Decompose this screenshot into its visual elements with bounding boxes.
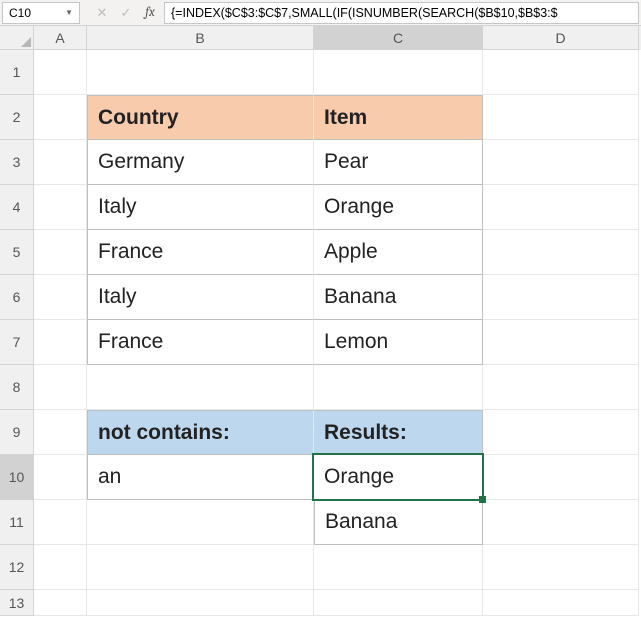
cell-b9[interactable]: not contains:	[87, 410, 314, 455]
cell-d8[interactable]	[483, 365, 639, 410]
cell-c8[interactable]	[314, 365, 483, 410]
cell-a13[interactable]	[34, 590, 87, 616]
cell-a7[interactable]	[34, 320, 87, 365]
cell-d7[interactable]	[483, 320, 639, 365]
row-8: 8	[0, 365, 641, 410]
row-6: 6 Italy Banana	[0, 275, 641, 320]
cell-c1[interactable]	[314, 50, 483, 95]
cancel-icon: ✕	[90, 2, 114, 24]
fill-handle[interactable]	[479, 496, 486, 503]
name-box[interactable]: C10 ▼	[2, 2, 80, 24]
select-all-corner[interactable]	[0, 26, 34, 50]
row-5: 5 France Apple	[0, 230, 641, 275]
cell-d4[interactable]	[483, 185, 639, 230]
cell-c9[interactable]: Results:	[314, 410, 483, 455]
active-cell-border	[312, 453, 484, 501]
cell-b2[interactable]: Country	[87, 95, 314, 140]
row-1: 1	[0, 50, 641, 95]
cell-d6[interactable]	[483, 275, 639, 320]
name-box-value: C10	[9, 6, 65, 20]
cell-a10[interactable]	[34, 455, 87, 500]
cell-c12[interactable]	[314, 545, 483, 590]
row-11: 11 Banana	[0, 500, 641, 545]
cell-d2[interactable]	[483, 95, 639, 140]
formula-text: {=INDEX($C$3:$C$7,SMALL(IF(ISNUMBER(SEAR…	[171, 6, 558, 20]
row-12: 12	[0, 545, 641, 590]
cell-d1[interactable]	[483, 50, 639, 95]
cell-d12[interactable]	[483, 545, 639, 590]
row-header-13[interactable]: 13	[0, 590, 34, 616]
cell-c2[interactable]: Item	[314, 95, 483, 140]
row-header-12[interactable]: 12	[0, 545, 34, 590]
cell-b13[interactable]	[87, 590, 314, 616]
fx-icon[interactable]: fx	[138, 5, 162, 20]
cell-b11[interactable]	[87, 500, 314, 545]
row-header-9[interactable]: 9	[0, 410, 34, 455]
cell-a1[interactable]	[34, 50, 87, 95]
formula-bar-input[interactable]: {=INDEX($C$3:$C$7,SMALL(IF(ISNUMBER(SEAR…	[164, 2, 639, 24]
cell-a4[interactable]	[34, 185, 87, 230]
cell-c11[interactable]: Banana	[314, 500, 483, 545]
cell-a8[interactable]	[34, 365, 87, 410]
cell-c5[interactable]: Apple	[314, 230, 483, 275]
row-3: 3 Germany Pear	[0, 140, 641, 185]
cell-a3[interactable]	[34, 140, 87, 185]
cell-d9[interactable]	[483, 410, 639, 455]
cell-a11[interactable]	[34, 500, 87, 545]
cell-b10[interactable]: an	[87, 455, 314, 500]
cell-c4[interactable]: Orange	[314, 185, 483, 230]
cell-a9[interactable]	[34, 410, 87, 455]
col-header-c[interactable]: C	[314, 26, 483, 50]
cell-b12[interactable]	[87, 545, 314, 590]
cell-b7[interactable]: France	[87, 320, 314, 365]
row-header-1[interactable]: 1	[0, 50, 34, 95]
row-4: 4 Italy Orange	[0, 185, 641, 230]
row-header-7[interactable]: 7	[0, 320, 34, 365]
col-header-b[interactable]: B	[87, 26, 314, 50]
cell-c6[interactable]: Banana	[314, 275, 483, 320]
cell-d11[interactable]	[483, 500, 639, 545]
cell-c3[interactable]: Pear	[314, 140, 483, 185]
cell-d5[interactable]	[483, 230, 639, 275]
col-header-d[interactable]: D	[483, 26, 639, 50]
cell-a5[interactable]	[34, 230, 87, 275]
enter-icon: ✓	[114, 2, 138, 24]
cell-a2[interactable]	[34, 95, 87, 140]
row-header-8[interactable]: 8	[0, 365, 34, 410]
cell-b5[interactable]: France	[87, 230, 314, 275]
cell-c10[interactable]: Orange	[314, 455, 483, 500]
cell-b8[interactable]	[87, 365, 314, 410]
cell-d10[interactable]	[483, 455, 639, 500]
row-header-2[interactable]: 2	[0, 95, 34, 140]
formula-bar-buttons: ✕ ✓ fx	[90, 2, 162, 24]
formula-bar-row: C10 ▼ ✕ ✓ fx {=INDEX($C$3:$C$7,SMALL(IF(…	[0, 0, 641, 26]
cell-a12[interactable]	[34, 545, 87, 590]
row-header-6[interactable]: 6	[0, 275, 34, 320]
row-10: 10 an Orange	[0, 455, 641, 500]
row-2: 2 Country Item	[0, 95, 641, 140]
worksheet-grid[interactable]: A B C D 1 2 Country Item 3 Germany Pear …	[0, 26, 641, 616]
column-headers: A B C D	[0, 26, 641, 50]
cell-c13[interactable]	[314, 590, 483, 616]
cell-a6[interactable]	[34, 275, 87, 320]
row-header-4[interactable]: 4	[0, 185, 34, 230]
name-box-dropdown-icon[interactable]: ▼	[65, 8, 73, 17]
row-header-11[interactable]: 11	[0, 500, 34, 545]
cell-b4[interactable]: Italy	[87, 185, 314, 230]
row-9: 9 not contains: Results:	[0, 410, 641, 455]
col-header-a[interactable]: A	[34, 26, 87, 50]
cell-b1[interactable]	[87, 50, 314, 95]
row-13: 13	[0, 590, 641, 616]
cell-c7[interactable]: Lemon	[314, 320, 483, 365]
row-header-10[interactable]: 10	[0, 455, 34, 500]
row-header-3[interactable]: 3	[0, 140, 34, 185]
row-7: 7 France Lemon	[0, 320, 641, 365]
row-header-5[interactable]: 5	[0, 230, 34, 275]
cell-d13[interactable]	[483, 590, 639, 616]
cell-b6[interactable]: Italy	[87, 275, 314, 320]
cell-b3[interactable]: Germany	[87, 140, 314, 185]
cell-d3[interactable]	[483, 140, 639, 185]
